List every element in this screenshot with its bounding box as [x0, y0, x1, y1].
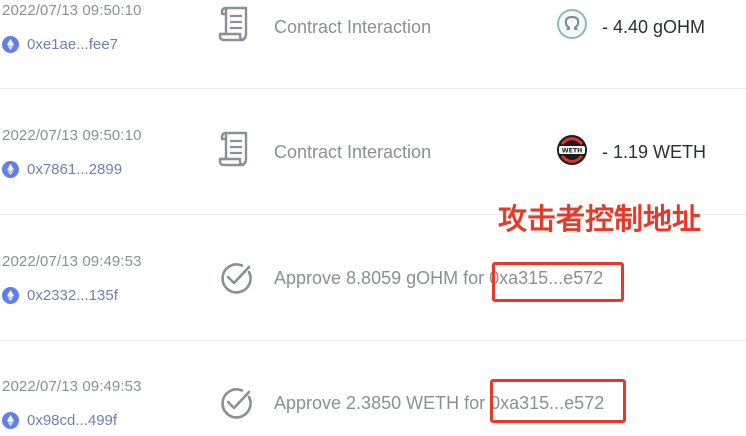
tx-address-link[interactable]: 0xe1ae...fee7	[2, 34, 118, 54]
attacker-address-annotation: 攻击者控制地址	[498, 202, 702, 236]
gohm-icon	[557, 9, 587, 39]
approve-text: Approve 2.3850 WETH for	[274, 393, 491, 413]
address-text: 0x7861...2899	[27, 160, 123, 178]
token-amount: - 1.19 WETH	[602, 142, 707, 162]
ethereum-icon	[2, 160, 19, 178]
tx-address-link[interactable]: 0x2332...135f	[2, 285, 118, 305]
highlight-box	[492, 262, 624, 302]
transaction-row[interactable]: 2022/07/13 09:49:53 0x2332...135f Approv…	[0, 253, 746, 323]
contract-scroll-icon	[218, 131, 248, 167]
weth-icon: WETH	[557, 135, 587, 165]
address-text: 0xe1ae...fee7	[27, 35, 118, 53]
approve-text: Approve 8.8059 gOHM for	[274, 268, 490, 288]
approve-check-icon	[221, 388, 252, 419]
tx-address-link[interactable]: 0x7861...2899	[2, 159, 122, 179]
transaction-row[interactable]: 2022/07/13 09:50:10 0x7861...2899 Contra…	[0, 127, 746, 197]
tx-address-link[interactable]: 0x98cd...499f	[2, 410, 117, 430]
timestamp: 2022/07/13 09:49:53	[2, 253, 142, 270]
token-amount: - 4.40 gOHM	[602, 17, 706, 37]
contract-scroll-icon	[218, 6, 248, 42]
timestamp: 2022/07/13 09:49:53	[2, 378, 142, 395]
weth-icon-label: WETH	[562, 147, 582, 154]
approve-check-icon	[221, 263, 252, 294]
ethereum-icon	[2, 35, 19, 53]
ethereum-icon	[2, 411, 19, 429]
row-divider	[0, 340, 746, 341]
address-text: 0x2332...135f	[27, 286, 118, 304]
row-divider	[0, 88, 746, 89]
timestamp: 2022/07/13 09:50:10	[2, 2, 142, 19]
ethereum-icon	[2, 286, 19, 304]
action-description: Contract Interaction	[274, 142, 432, 162]
transaction-row[interactable]: 2022/07/13 09:49:53 0x98cd...499f Approv…	[0, 378, 746, 436]
transaction-row[interactable]: 2022/07/13 09:50:10 0xe1ae...fee7 Contra…	[0, 2, 746, 72]
action-description: Contract Interaction	[274, 17, 432, 37]
transaction-list: 2022/07/13 09:50:10 0xe1ae...fee7 Contra…	[0, 0, 746, 436]
timestamp: 2022/07/13 09:50:10	[2, 127, 142, 144]
highlight-box	[490, 379, 626, 423]
address-text: 0x98cd...499f	[27, 411, 118, 429]
